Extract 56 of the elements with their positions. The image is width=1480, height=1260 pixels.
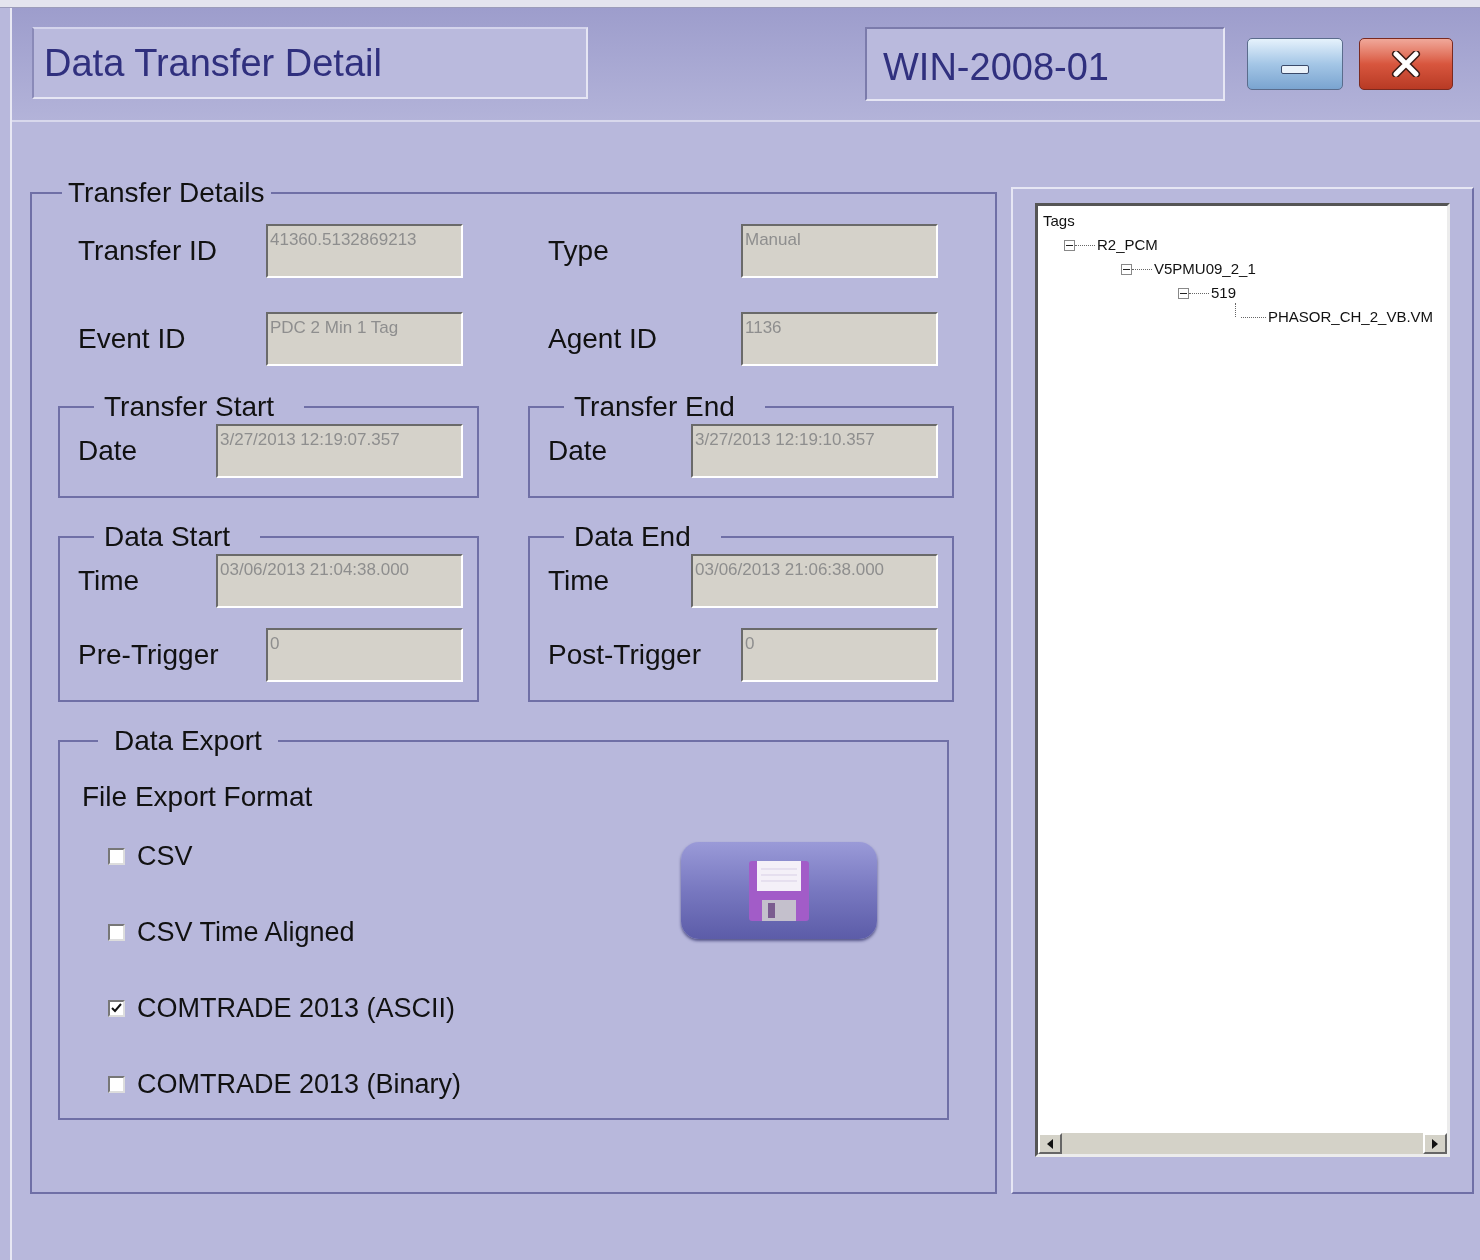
scroll-left-button[interactable] — [1038, 1133, 1062, 1154]
check-icon — [111, 1002, 122, 1014]
text-field[interactable]: 03/06/2013 21:04:38.000 — [216, 554, 463, 608]
group-title: Data End — [574, 521, 692, 552]
left-arrow-icon — [1047, 1138, 1053, 1149]
field-label: Agent ID — [548, 322, 658, 356]
collapse-icon[interactable] — [1178, 287, 1189, 299]
group-title: Data Export — [114, 725, 262, 756]
save-button[interactable] — [681, 842, 877, 939]
option-label: COMTRADE 2013 (ASCII) — [137, 991, 456, 1025]
checkbox[interactable] — [108, 999, 125, 1017]
group-title: Data Start — [104, 521, 232, 552]
field-label: Date — [78, 434, 139, 468]
text-field[interactable]: 3/27/2013 12:19:07.357 — [216, 424, 463, 478]
text-field[interactable]: 03/06/2013 21:06:38.000 — [691, 554, 938, 608]
horizontal-scrollbar[interactable] — [1038, 1132, 1447, 1154]
field-label: Event ID — [78, 322, 187, 356]
collapse-icon[interactable] — [1064, 239, 1075, 251]
field-label: Time — [548, 564, 611, 598]
option-label: COMTRADE 2013 (Binary) — [137, 1067, 462, 1101]
field-label: Type — [548, 234, 610, 268]
scroll-right-button[interactable] — [1423, 1133, 1447, 1154]
close-icon — [1391, 51, 1421, 77]
text-field[interactable]: PDC 2 Min 1 Tag — [266, 312, 463, 366]
section-subtitle: File Export Format — [82, 780, 313, 814]
field-label: Date — [548, 434, 609, 468]
minimize-icon — [1281, 64, 1309, 74]
field-label: Time — [78, 564, 141, 598]
checkbox[interactable] — [108, 847, 125, 865]
text-field[interactable]: Manual — [741, 224, 938, 278]
field-label: Transfer ID — [78, 234, 218, 268]
close-button[interactable] — [1359, 38, 1453, 90]
tree-item[interactable]: R2_PCM — [1097, 233, 1158, 257]
tree-root[interactable]: Tags — [1043, 212, 1075, 229]
minimize-button[interactable] — [1247, 38, 1343, 90]
checkbox[interactable] — [108, 1075, 125, 1093]
text-field[interactable]: 0 — [741, 628, 938, 682]
group-title: Transfer Details — [68, 177, 265, 208]
text-field[interactable]: 1136 — [741, 312, 938, 366]
tree-item[interactable]: PHASOR_CH_2_VB.VM — [1268, 305, 1434, 329]
text-field[interactable]: 41360.5132869213 — [266, 224, 463, 278]
tree-item[interactable]: V5PMU09_2_1 — [1154, 257, 1256, 281]
text-field[interactable]: 3/27/2013 12:19:10.357 — [691, 424, 938, 478]
tree-item[interactable]: 519 — [1211, 281, 1237, 305]
text-field[interactable]: 0 — [266, 628, 463, 682]
right-arrow-icon — [1432, 1138, 1438, 1149]
checkbox[interactable] — [108, 923, 125, 941]
option-label: CSV — [137, 839, 193, 873]
field-label: Post-Trigger — [548, 638, 702, 672]
group-title: Transfer End — [574, 391, 736, 422]
host-name: WIN-2008-01 — [865, 27, 1225, 101]
option-label: CSV Time Aligned — [137, 915, 355, 949]
window-title: Data Transfer Detail — [32, 27, 588, 99]
group-title: Transfer Start — [104, 391, 276, 422]
field-label: Pre-Trigger — [78, 638, 220, 672]
collapse-icon[interactable] — [1121, 263, 1132, 275]
